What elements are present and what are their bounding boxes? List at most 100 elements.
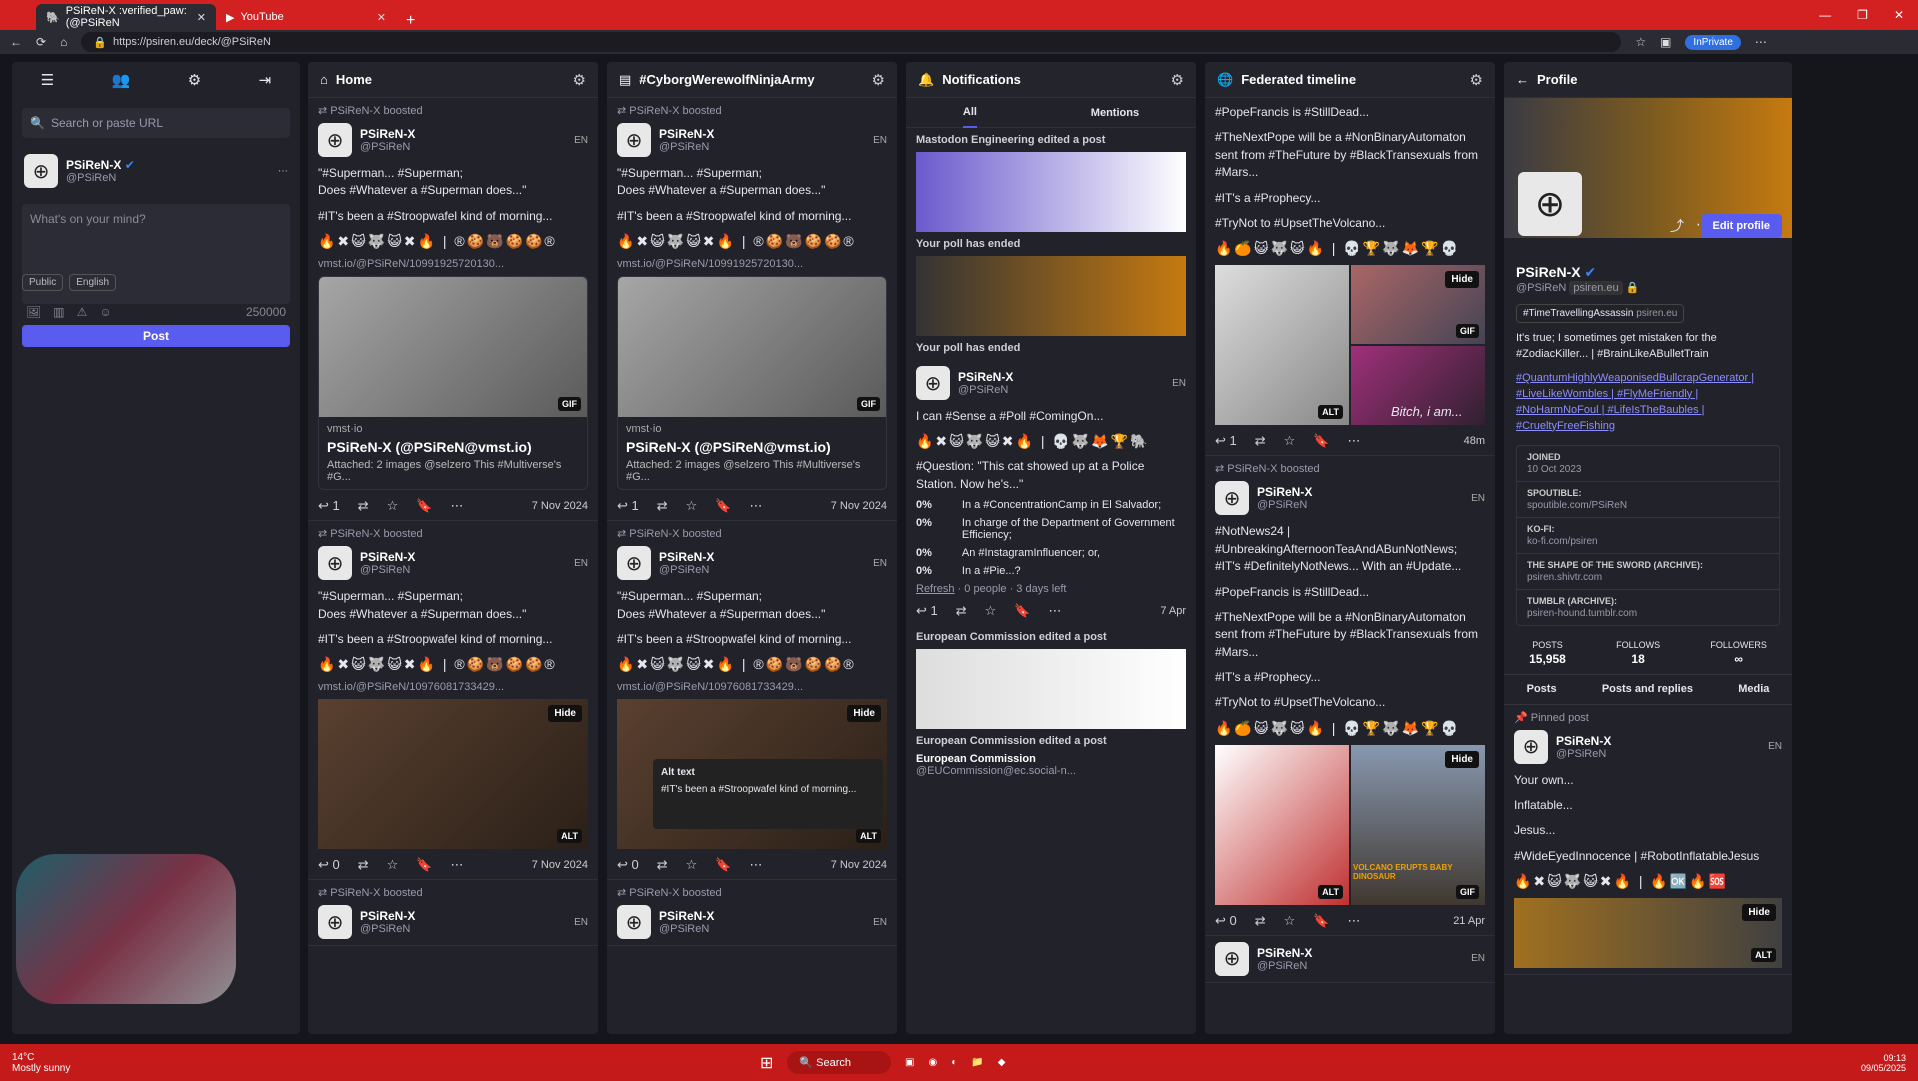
media-image[interactable] xyxy=(916,256,1186,336)
notification-title[interactable]: European Commission edited a post xyxy=(906,625,1196,649)
alt-badge[interactable]: ALT xyxy=(557,829,582,844)
avatar[interactable]: ⊕ xyxy=(1514,729,1548,764)
visibility-button[interactable]: Public xyxy=(22,274,64,291)
edit-profile-button[interactable]: Edit profile xyxy=(1700,214,1782,238)
avatar[interactable]: ⊕ xyxy=(916,366,950,400)
tab-posts-replies[interactable]: Posts and replies xyxy=(1602,683,1693,695)
link-card[interactable]: GIF vmst·io PSiReN-X (@PSiReN@vmst.io) Atta… xyxy=(617,276,887,491)
avatar[interactable]: ⊕ xyxy=(617,123,651,157)
reply-icon[interactable]: ↩ 1 xyxy=(318,498,340,514)
avatar[interactable]: ⊕ xyxy=(318,123,352,157)
close-window-icon[interactable]: ✕ xyxy=(1894,8,1904,22)
avatar[interactable]: ⊕ xyxy=(1215,481,1249,516)
favourite-icon[interactable]: ☆ xyxy=(985,603,997,619)
media-image[interactable]: ALT xyxy=(1215,744,1349,905)
more-icon[interactable]: ⋯ xyxy=(1348,913,1361,929)
minimize-icon[interactable]: — xyxy=(1819,8,1831,22)
logout-icon[interactable]: ⇥ xyxy=(259,71,272,89)
inprivate-badge[interactable]: InPrivate xyxy=(1685,34,1741,50)
emoji-icon[interactable]: ☺ xyxy=(99,305,111,319)
search-input[interactable]: 🔍 Search or paste URL xyxy=(22,108,290,138)
status-link[interactable]: vmst.io/@PSiReN/10991925720130... xyxy=(617,258,887,270)
media-image[interactable]: Hide GIF xyxy=(1351,265,1485,345)
favourite-icon[interactable]: ☆ xyxy=(1284,913,1296,929)
author-name[interactable]: PSiReN-X xyxy=(659,127,714,141)
media-image[interactable] xyxy=(916,649,1186,730)
status-date[interactable]: 7 Nov 2024 xyxy=(831,500,887,512)
favourite-icon[interactable]: ☆ xyxy=(686,498,698,514)
more-icon[interactable]: ⋯ xyxy=(1348,433,1361,449)
share-icon[interactable]: ⤴ xyxy=(1670,216,1684,236)
boost-icon[interactable]: ⇄ xyxy=(1255,913,1266,929)
url-field[interactable]: 🔒 https://psiren.eu/deck/@PSiReN xyxy=(81,32,1622,52)
status-date[interactable]: 48m xyxy=(1464,435,1485,447)
tab-mentions[interactable]: Mentions xyxy=(1091,107,1139,119)
tab-all[interactable]: All xyxy=(962,98,977,128)
clock[interactable]: 09:13 09/05/2025 xyxy=(1861,1053,1906,1073)
more-icon[interactable]: ⋯ xyxy=(750,857,763,873)
boost-icon[interactable]: ⇄ xyxy=(358,498,369,514)
field-value[interactable]: psiren-hound.tumblr.com xyxy=(1527,608,1769,619)
gear-icon[interactable]: ⚙ xyxy=(872,71,885,89)
avatar[interactable]: ⊕ xyxy=(318,905,352,940)
taskbar-search[interactable]: 🔍 Search xyxy=(787,1051,892,1074)
post-button[interactable]: Post xyxy=(22,325,290,347)
maximize-icon[interactable]: ❐ xyxy=(1857,8,1868,22)
reply-icon[interactable]: ↩ 1 xyxy=(1215,433,1237,449)
author-name[interactable]: PSiReN-X xyxy=(659,550,714,564)
more-icon[interactable]: ⋯ xyxy=(451,498,464,514)
tab-media[interactable]: Media xyxy=(1738,683,1769,695)
author-name[interactable]: European Commission xyxy=(916,753,1186,765)
status-post[interactable]: ⇄ PSiReN-X boosted ⊕ PSiReN-X @PSiReN EN #N… xyxy=(1205,456,1495,936)
status-link[interactable]: vmst.io/@PSiReN/10991925720130... xyxy=(318,258,588,270)
close-icon[interactable]: ✕ xyxy=(377,11,386,24)
field-value[interactable]: psiren.shivtr.com xyxy=(1527,572,1769,583)
favourite-icon[interactable]: ☆ xyxy=(686,857,698,873)
alt-badge[interactable]: ALT xyxy=(1751,948,1776,963)
more-icon[interactable]: ⋯ xyxy=(451,857,464,873)
alt-badge[interactable]: ALT xyxy=(1318,884,1343,899)
bookmark-icon[interactable]: 🔖 xyxy=(715,857,731,873)
author-name[interactable]: PSiReN-X xyxy=(360,550,415,564)
boost-icon[interactable]: ⇄ xyxy=(657,498,668,514)
warning-icon[interactable]: ⚠ xyxy=(77,305,88,319)
gear-icon[interactable]: ⚙ xyxy=(1171,71,1184,89)
app-icon[interactable]: ◉ xyxy=(928,1057,937,1068)
avatar[interactable]: ⊕ xyxy=(1215,941,1249,976)
notification-title[interactable]: Your poll has ended xyxy=(906,336,1196,360)
reply-icon[interactable]: ↩ 0 xyxy=(1215,913,1237,929)
author-name[interactable]: PSiReN-X xyxy=(1257,485,1312,499)
author-name[interactable]: PSiReN-X xyxy=(360,127,415,141)
current-account[interactable]: ⊕ PSiReN-X ✔ @PSiReN ⋯ xyxy=(12,148,300,194)
poll-refresh-link[interactable]: Refresh xyxy=(916,583,955,595)
favourite-icon[interactable]: ☆ xyxy=(1284,433,1296,449)
favourite-icon[interactable]: ☆ xyxy=(387,857,399,873)
app-icon[interactable]: ◆ xyxy=(998,1057,1006,1068)
hide-button[interactable]: Hide xyxy=(1742,904,1776,922)
status-post[interactable]: ⇄ PSiReN-X boosted ⊕ PSiReN-X @PSiReN EN "#… xyxy=(607,98,897,522)
author-name[interactable]: PSiReN-X xyxy=(1257,946,1312,960)
status-date[interactable]: 7 Nov 2024 xyxy=(831,859,887,871)
author-name[interactable]: PSiReN-X xyxy=(360,909,415,923)
notification-title[interactable]: Mastodon Engineering edited a post xyxy=(906,128,1196,152)
poll-icon[interactable]: ▥ xyxy=(53,305,64,319)
media-image[interactable]: ALT xyxy=(1215,265,1349,426)
browser-tab-active[interactable]: 🐘 PSiReN-X :verified_paw: (@PSiReN ✕ xyxy=(36,4,216,30)
home-icon[interactable]: ⌂ xyxy=(60,35,67,49)
status-link[interactable]: vmst.io/@PSiReN/10976081733429... xyxy=(617,681,887,693)
language-button[interactable]: English xyxy=(69,274,117,291)
favorite-icon[interactable]: ☆ xyxy=(1635,35,1646,49)
status-link[interactable]: vmst.io/@PSiReN/10976081733429... xyxy=(318,681,588,693)
media-image[interactable]: Bitch, i am... xyxy=(1351,346,1485,426)
more-icon[interactable]: ⋯ xyxy=(750,498,763,514)
edge-icon[interactable]: ◐ xyxy=(951,1057,957,1068)
browser-tab-youtube[interactable]: ▶ YouTube ✕ xyxy=(216,4,396,30)
avatar[interactable]: ⊕ xyxy=(617,546,651,581)
media-image[interactable]: Hide Alt text #IT's been a #Stroopwafel k… xyxy=(617,699,887,850)
favourite-icon[interactable]: ☆ xyxy=(387,498,399,514)
status-post[interactable]: ⇄ PSiReN-X boosted ⊕ PSiReN-X @PSiReN EN xyxy=(308,880,598,947)
menu-icon[interactable]: ☰ xyxy=(41,71,54,89)
avatar[interactable]: ⊕ xyxy=(318,546,352,581)
boost-icon[interactable]: ⇄ xyxy=(1255,433,1266,449)
author-name[interactable]: PSiReN-X xyxy=(958,370,1013,384)
